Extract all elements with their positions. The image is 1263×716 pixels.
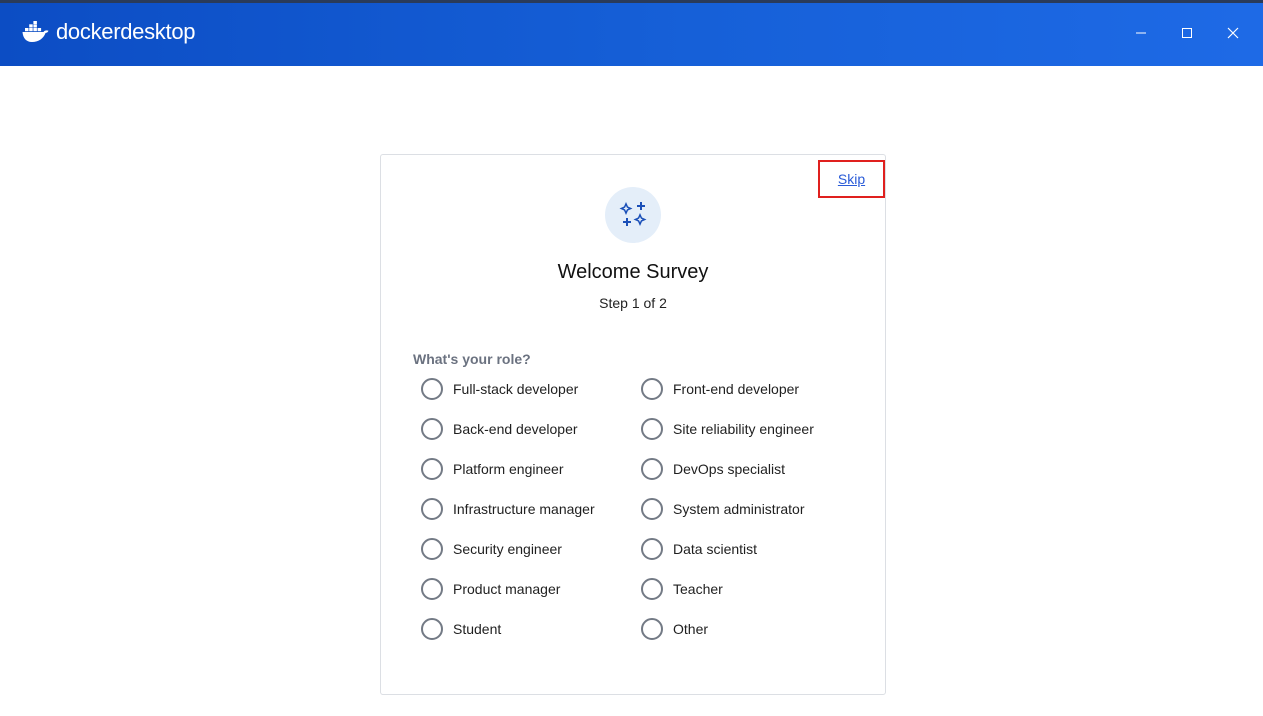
role-option-label: System administrator xyxy=(673,501,805,517)
radio-button[interactable] xyxy=(641,378,663,400)
role-option-label: Infrastructure manager xyxy=(453,501,595,517)
role-option-label: Back-end developer xyxy=(453,421,578,437)
close-icon xyxy=(1227,27,1239,39)
radio-button[interactable] xyxy=(641,618,663,640)
survey-title: Welcome Survey xyxy=(557,261,709,283)
sparkles-icon xyxy=(619,202,647,226)
radio-button[interactable] xyxy=(641,418,663,440)
role-option-label: DevOps specialist xyxy=(673,461,786,477)
radio-button[interactable] xyxy=(641,578,663,600)
minimize-icon xyxy=(1136,32,1146,34)
radio-button[interactable] xyxy=(641,498,663,520)
welcome-survey-card: Skip Welcome Survey Step 1 of 2 What's y… xyxy=(380,154,886,695)
brand-desktop: desktop xyxy=(120,19,196,44)
role-option-label: Full-stack developer xyxy=(453,381,579,397)
radio-button[interactable] xyxy=(421,498,443,520)
role-option[interactable]: Site reliability engineer xyxy=(641,417,814,441)
title-bar: dockerdesktop xyxy=(0,0,1263,66)
role-option-label: Product manager xyxy=(453,581,561,597)
role-option[interactable]: Security engineer xyxy=(421,537,562,561)
role-option-label: Site reliability engineer xyxy=(673,421,814,437)
radio-button[interactable] xyxy=(641,458,663,480)
maximize-icon xyxy=(1182,28,1192,38)
window-controls xyxy=(1123,17,1251,49)
survey-icon-badge xyxy=(605,187,661,243)
skip-highlight: Skip xyxy=(818,160,885,198)
role-option-label: Front-end developer xyxy=(673,381,800,397)
role-option[interactable]: Platform engineer xyxy=(421,457,564,481)
role-option-label: Platform engineer xyxy=(453,461,564,477)
role-option[interactable]: System administrator xyxy=(641,497,804,521)
role-option[interactable]: Front-end developer xyxy=(641,377,799,401)
close-button[interactable] xyxy=(1215,17,1251,49)
docker-whale-icon xyxy=(22,21,49,42)
role-option[interactable]: Back-end developer xyxy=(421,417,578,441)
role-option-label: Student xyxy=(453,621,502,637)
role-option-label: Security engineer xyxy=(453,541,562,557)
role-option-label: Other xyxy=(673,621,709,637)
radio-button[interactable] xyxy=(421,578,443,600)
radio-button[interactable] xyxy=(421,418,443,440)
docker-desktop-logo: dockerdesktop xyxy=(22,19,196,45)
role-question: What's your role? xyxy=(413,351,531,367)
role-option[interactable]: Infrastructure manager xyxy=(421,497,595,521)
role-option[interactable]: Product manager xyxy=(421,577,560,601)
radio-button[interactable] xyxy=(421,618,443,640)
role-option[interactable]: Teacher xyxy=(641,577,723,601)
maximize-button[interactable] xyxy=(1169,17,1205,49)
role-option[interactable]: DevOps specialist xyxy=(641,457,785,481)
radio-button[interactable] xyxy=(421,378,443,400)
radio-button[interactable] xyxy=(421,538,443,560)
role-option-label: Teacher xyxy=(673,581,723,597)
role-option[interactable]: Student xyxy=(421,617,501,641)
skip-link[interactable]: Skip xyxy=(838,171,865,187)
role-option[interactable]: Full-stack developer xyxy=(421,377,578,401)
radio-button[interactable] xyxy=(421,458,443,480)
radio-button[interactable] xyxy=(641,538,663,560)
role-option[interactable]: Data scientist xyxy=(641,537,757,561)
role-option-label: Data scientist xyxy=(673,541,758,557)
survey-step: Step 1 of 2 xyxy=(599,295,667,311)
role-option[interactable]: Other xyxy=(641,617,708,641)
brand-docker: docker xyxy=(56,19,121,44)
minimize-button[interactable] xyxy=(1123,17,1159,49)
